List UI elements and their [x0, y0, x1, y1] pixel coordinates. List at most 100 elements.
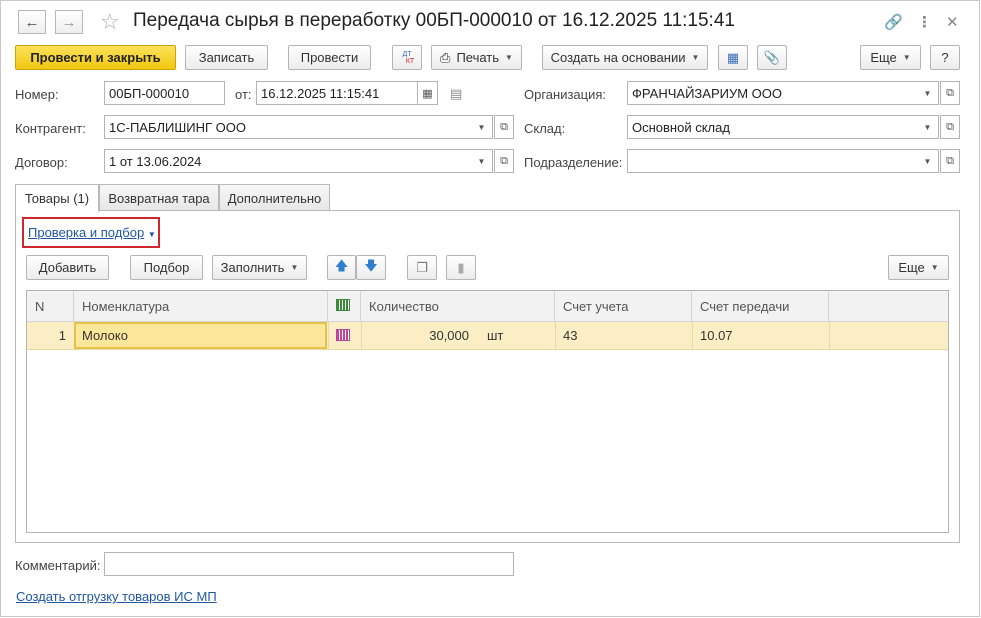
- tab-returnable-packaging[interactable]: Возвратная тара: [99, 184, 219, 211]
- post-and-close-button[interactable]: Провести и закрыть: [15, 45, 176, 70]
- post-and-close-label: Провести и закрыть: [30, 50, 161, 65]
- table-more-button[interactable]: Еще ▼: [888, 255, 949, 280]
- create-based-on-label: Создать на основании: [550, 50, 686, 65]
- cell-nomenclature[interactable]: Молоко: [74, 322, 327, 349]
- print-button[interactable]: ⎙ Печать ▼: [431, 45, 522, 70]
- check-and-selection-link[interactable]: Проверка и подбор ▼: [28, 225, 156, 240]
- column-divider: [361, 322, 362, 350]
- cell-quantity[interactable]: 30,000: [361, 322, 469, 350]
- cell-account[interactable]: 43: [563, 322, 683, 350]
- organization-dropdown[interactable]: ▼: [917, 81, 939, 105]
- selection-label: Подбор: [143, 260, 190, 275]
- calendar-button[interactable]: ▦: [417, 81, 438, 105]
- back-button[interactable]: ←: [18, 10, 46, 34]
- number-field[interactable]: 00БП-000010: [104, 81, 225, 105]
- open-icon: ⧉: [946, 154, 954, 167]
- department-field[interactable]: [627, 149, 919, 173]
- fill-button[interactable]: Заполнить ▼: [212, 255, 307, 280]
- paste-button[interactable]: ▮: [446, 255, 476, 280]
- star-icon[interactable]: ☆: [100, 9, 120, 35]
- date-label: от:: [235, 87, 252, 102]
- add-button[interactable]: Добавить: [26, 255, 109, 280]
- contract-open-button[interactable]: ⧉: [494, 149, 514, 173]
- column-divider: [692, 322, 693, 350]
- help-button[interactable]: ?: [930, 45, 960, 70]
- tab-goods[interactable]: Товары (1): [15, 184, 99, 212]
- column-header-nomenclature[interactable]: Номенклатура: [74, 291, 328, 322]
- counterparty-label: Контрагент:: [15, 121, 86, 136]
- warehouse-dropdown[interactable]: ▼: [917, 115, 939, 139]
- warehouse-open-button[interactable]: ⧉: [940, 115, 960, 139]
- warehouse-label: Склад:: [524, 121, 566, 136]
- window-title: Передача сырья в переработку 00БП-000010…: [133, 10, 735, 31]
- column-header-marking[interactable]: [328, 291, 361, 322]
- column-header-account[interactable]: Счет учета: [555, 291, 692, 322]
- chevron-down-icon: ▼: [930, 263, 939, 272]
- column-header-empty: [829, 291, 948, 322]
- fill-label: Заполнить: [220, 260, 285, 275]
- table-row[interactable]: 1 Молоко 30,000 шт 43 10.07: [27, 322, 948, 350]
- calendar-icon: ▦: [422, 87, 433, 100]
- move-down-button[interactable]: 🡇: [356, 255, 386, 280]
- dt-kt-button[interactable]: ДТ КТ: [392, 45, 422, 70]
- post-button[interactable]: Провести: [288, 45, 371, 70]
- arrow-down-icon: 🡇: [364, 257, 378, 273]
- organization-label: Организация:: [524, 87, 607, 102]
- column-header-n[interactable]: N: [27, 291, 74, 322]
- chevron-down-icon: ▼: [923, 122, 932, 132]
- copy-button[interactable]: ❐: [407, 255, 437, 280]
- tab-additional[interactable]: Дополнительно: [219, 184, 330, 211]
- attach-button[interactable]: 📎: [757, 45, 787, 70]
- organization-open-button[interactable]: ⧉: [940, 81, 960, 105]
- counterparty-open-button[interactable]: ⧉: [494, 115, 514, 139]
- contract-dropdown[interactable]: ▼: [471, 149, 493, 173]
- selection-button[interactable]: Подбор: [130, 255, 203, 280]
- create-shipment-link[interactable]: Создать отгрузку товаров ИС МП: [16, 589, 217, 604]
- more-label: Еще: [870, 50, 897, 65]
- counterparty-field[interactable]: 1С-ПАБЛИШИНГ ООО: [104, 115, 473, 139]
- document-icon[interactable]: ▤: [450, 86, 462, 102]
- column-divider: [555, 322, 556, 350]
- chevron-down-icon: ▼: [477, 156, 486, 166]
- chevron-down-icon: ▼: [505, 53, 513, 62]
- open-icon: ⧉: [946, 120, 954, 133]
- structure-button[interactable]: ▦: [718, 45, 748, 70]
- help-label: ?: [941, 50, 949, 65]
- post-label: Провести: [300, 50, 359, 65]
- comment-field[interactable]: [104, 552, 514, 576]
- department-open-button[interactable]: ⧉: [940, 149, 960, 173]
- more-button[interactable]: Еще ▼: [860, 45, 921, 70]
- cell-unit[interactable]: шт: [487, 322, 547, 350]
- back-arrow-icon: ←: [24, 13, 40, 31]
- create-based-on-button[interactable]: Создать на основании ▼: [542, 45, 708, 70]
- tab-additional-label: Дополнительно: [227, 190, 322, 206]
- chevron-down-icon: ▼: [477, 122, 486, 132]
- column-header-transfer-account[interactable]: Счет передачи: [692, 291, 829, 322]
- column-header-quantity[interactable]: Количество: [361, 291, 555, 322]
- close-icon[interactable]: ✕: [946, 13, 959, 31]
- cell-marking: [336, 322, 356, 350]
- structure-icon: ▦: [726, 49, 740, 65]
- warehouse-field[interactable]: Основной склад: [627, 115, 919, 139]
- department-dropdown[interactable]: ▼: [917, 149, 939, 173]
- department-label: Подразделение:: [524, 155, 623, 170]
- forward-button[interactable]: →: [55, 10, 83, 34]
- print-label: Печать: [456, 50, 500, 65]
- move-up-button[interactable]: 🡅: [327, 255, 356, 280]
- goods-table[interactable]: N Номенклатура Количество Счет учета Сче…: [26, 290, 949, 533]
- counterparty-dropdown[interactable]: ▼: [471, 115, 493, 139]
- link-icon[interactable]: 🔗: [884, 13, 903, 31]
- copy-icon: ❐: [416, 259, 428, 275]
- save-button[interactable]: Записать: [185, 45, 268, 70]
- save-label: Записать: [198, 50, 255, 65]
- date-field[interactable]: 16.12.2025 11:15:41: [256, 81, 418, 105]
- cell-transfer-account[interactable]: 10.07: [700, 322, 820, 350]
- open-icon: ⧉: [946, 86, 954, 99]
- open-icon: ⧉: [500, 120, 508, 133]
- organization-field[interactable]: ФРАНЧАЙЗАРИУМ ООО: [627, 81, 919, 105]
- contract-label: Договор:: [15, 155, 68, 170]
- add-label: Добавить: [38, 260, 97, 275]
- more-vert-icon[interactable]: ⋮: [917, 13, 932, 31]
- contract-field[interactable]: 1 от 13.06.2024: [104, 149, 473, 173]
- chevron-down-icon: ▼: [691, 53, 700, 62]
